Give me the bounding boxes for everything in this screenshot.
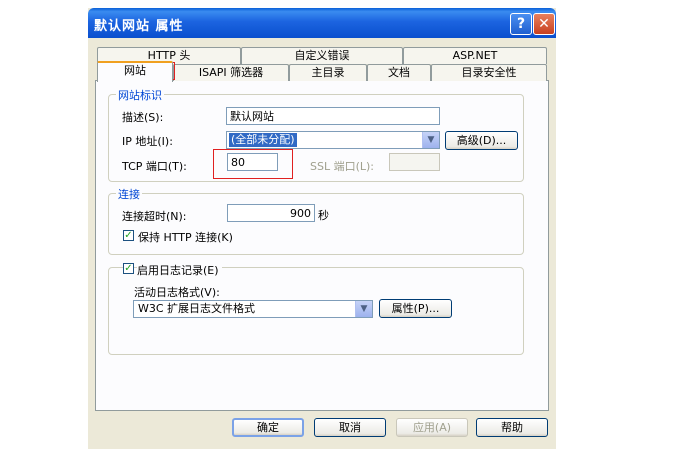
desc-input[interactable]: 默认网站 (226, 107, 440, 125)
website-id-legend: 网站标识 (116, 87, 164, 103)
timeout-input[interactable]: 900 (227, 204, 315, 222)
cancel-button[interactable]: 取消 (314, 418, 386, 437)
title-bar[interactable]: 默认网站 属性 ? ✕ (88, 8, 556, 38)
enable-logging-label[interactable]: 启用日志记录(E) (137, 262, 222, 278)
log-format-select[interactable]: W3C 扩展日志文件格式 ▼ (133, 300, 373, 318)
log-properties-button[interactable]: 属性(P)... (379, 299, 452, 318)
connection-legend: 连接 (116, 186, 142, 202)
apply-button[interactable]: 应用(A) (396, 418, 468, 437)
connection-group (108, 193, 524, 255)
tab-directory-security[interactable]: 目录安全性 (431, 64, 547, 81)
ssl-label: SSL 端口(L): (310, 160, 375, 173)
log-format-value: W3C 扩展日志文件格式 (138, 302, 256, 315)
log-format-label: 活动日志格式(V): (134, 286, 220, 299)
ok-button[interactable]: 确定 (232, 418, 304, 437)
tab-documents[interactable]: 文档 (367, 64, 431, 81)
tab-custom-errors[interactable]: 自定义错误 (241, 47, 403, 64)
ip-selected-value: (全部未分配) (229, 133, 297, 147)
advanced-button[interactable]: 高级(D)... (445, 131, 518, 150)
enable-logging-checkbox[interactable]: ✓ (123, 263, 134, 274)
timeout-unit: 秒 (318, 209, 329, 222)
chevron-down-icon[interactable]: ▼ (422, 132, 439, 148)
tcp-label: TCP 端口(T): (122, 160, 187, 173)
window-title: 默认网站 属性 (94, 19, 184, 34)
help-button[interactable]: 帮助 (476, 418, 548, 437)
tab-aspnet[interactable]: ASP.NET (403, 47, 547, 64)
ssl-port-input[interactable] (389, 153, 440, 171)
ip-select[interactable]: (全部未分配) ▼ (226, 131, 440, 149)
tab-website[interactable]: 网站 (97, 61, 173, 82)
ip-label: IP 地址(I): (122, 135, 173, 148)
tab-isapi-filters[interactable]: ISAPI 筛选器 (173, 64, 289, 81)
highlight-box-port (213, 149, 293, 179)
chevron-down-icon[interactable]: ▼ (355, 301, 372, 317)
timeout-label: 连接超时(N): (122, 210, 187, 223)
keepalive-checkbox[interactable]: ✓ (123, 230, 134, 241)
keepalive-label[interactable]: 保持 HTTP 连接(K) (138, 229, 233, 245)
close-icon[interactable]: ✕ (533, 13, 555, 35)
help-icon[interactable]: ? (510, 13, 532, 35)
desc-label: 描述(S): (122, 111, 164, 124)
tab-home-directory[interactable]: 主目录 (289, 64, 367, 81)
